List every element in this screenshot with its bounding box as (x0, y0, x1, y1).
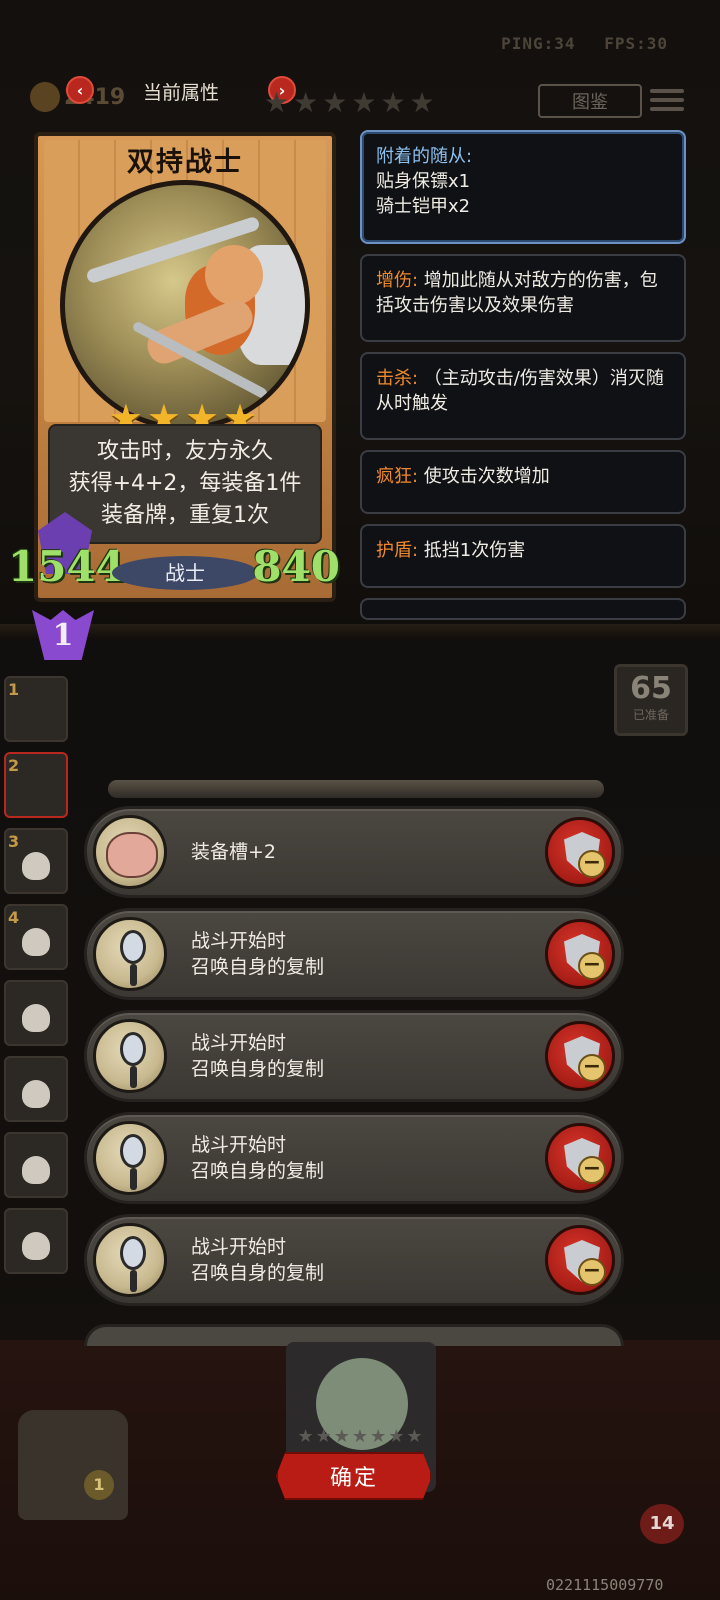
equipment-line: 装备槽+2 (191, 841, 277, 863)
lives-value: 14 (649, 1513, 675, 1534)
level-value: 1 (52, 618, 74, 653)
mirror-icon (93, 1223, 167, 1297)
keyword-line: 骑士铠甲x2 (376, 196, 471, 217)
keyword-line: 贴身保镖x1 (376, 171, 471, 192)
equipment-line: 召唤自身的复制 (191, 1262, 325, 1284)
attached-minions-panel: 附着的随从: 贴身保镖x1 骑士铠甲x2 (360, 130, 686, 244)
hero-slot[interactable] (4, 1056, 68, 1122)
hero-slot[interactable]: 1 (4, 676, 68, 742)
chest-count: 1 (84, 1470, 114, 1500)
equipment-line: 召唤自身的复制 (191, 956, 325, 978)
pig-icon (93, 815, 167, 889)
hero-slot[interactable]: 4 (4, 904, 68, 970)
mirror-icon (93, 1121, 167, 1195)
health-value: 840 (252, 542, 340, 591)
coin-icon (30, 82, 60, 112)
menu-icon[interactable] (650, 84, 684, 118)
shield-remove-icon[interactable]: − (545, 1123, 615, 1193)
skull-icon (22, 1156, 50, 1184)
shield-remove-icon[interactable]: − (545, 1225, 615, 1295)
keyword-title: 增伤: (376, 270, 419, 291)
mirror-icon (93, 917, 167, 991)
skull-icon (22, 928, 50, 956)
equipment-line: 战斗开始时 (191, 1236, 287, 1258)
attack-value: 1544 (8, 542, 125, 591)
hero-slot[interactable] (4, 980, 68, 1046)
keyword-panel-more (360, 598, 686, 620)
equipment-line: 战斗开始时 (191, 1032, 287, 1054)
slot-number: 3 (8, 832, 20, 851)
desc-line: 获得+4+2，每装备1件 (68, 471, 302, 496)
keyword-panel-shield: 护盾: 抵挡1次伤害 (360, 524, 686, 588)
keyword-panel-frenzy: 疯狂: 使攻击次数增加 (360, 450, 686, 514)
network-stats: PING:34 FPS:30 (483, 34, 668, 53)
keyword-text: 抵挡1次伤害 (418, 540, 526, 561)
shield-remove-icon[interactable]: − (545, 1021, 615, 1091)
confirm-label: 确定 (329, 1466, 378, 1491)
chest-icon[interactable] (18, 1410, 128, 1520)
skull-icon (22, 1080, 50, 1108)
hero-name: 双持战士 (127, 147, 243, 178)
keyword-title: 附着的随从: (376, 146, 473, 167)
mirror-icon (93, 1019, 167, 1093)
class-label: 战士 (112, 556, 258, 590)
lives-icon: 14 (640, 1504, 684, 1544)
skull-icon (22, 852, 50, 880)
keyword-title: 疯狂: (376, 466, 419, 487)
skull-icon (22, 1232, 50, 1260)
hero-slot[interactable]: 3 (4, 828, 68, 894)
equipment-line: 战斗开始时 (191, 930, 287, 952)
attribute-header: ‹ 当前属性 › (66, 74, 296, 106)
attribute-title: 当前属性 (142, 82, 219, 104)
equipment-item: 战斗开始时 召唤自身的复制 − (84, 1214, 624, 1306)
keyword-text: 使攻击次数增加 (418, 466, 550, 487)
bottom-stars: ★★★★★★★ (297, 1426, 425, 1447)
skull-icon (22, 1004, 50, 1032)
equipment-line: 召唤自身的复制 (191, 1058, 325, 1080)
keyword-title: 击杀: (376, 368, 419, 389)
hero-card: 双持战士 ★★★★ 攻击时，友方永久 获得+4+2，每装备1件 装备牌，重复1次… (8, 132, 340, 602)
shield-remove-icon[interactable]: − (545, 919, 615, 989)
equipment-item: 战斗开始时 召唤自身的复制 − (84, 1010, 624, 1102)
codex-label: 图鉴 (572, 92, 608, 113)
desc-line: 攻击时，友方永久 (96, 439, 273, 464)
equipment-line: 战斗开始时 (191, 1134, 287, 1156)
keyword-text: 增加此随从对敌方的伤害，包括攻击伤害以及效果伤害 (376, 270, 658, 316)
rank-stars: ★ ★ ★ ★ ★ ★ (264, 86, 435, 119)
ready-label: 已准备 (632, 708, 669, 722)
ready-count: 65 (630, 671, 672, 706)
hero-slot[interactable]: 2 (4, 752, 68, 818)
confirm-button[interactable]: 确定 (276, 1452, 432, 1500)
equipment-line: 召唤自身的复制 (191, 1160, 325, 1182)
equipment-item: 战斗开始时 召唤自身的复制 − (84, 1112, 624, 1204)
keyword-panel-kill: 击杀: （主动攻击/伤害效果）消灭随从时触发 (360, 352, 686, 440)
ping-label: PING:34 (501, 34, 576, 53)
hero-slot[interactable] (4, 1208, 68, 1274)
equipment-item: 战斗开始时 召唤自身的复制 − (84, 908, 624, 1000)
footer-id: 0221115009770 (546, 1576, 664, 1594)
keyword-title: 护盾: (376, 540, 419, 561)
keyword-panel-damage: 增伤: 增加此随从对敌方的伤害，包括攻击伤害以及效果伤害 (360, 254, 686, 342)
slot-number: 2 (8, 756, 20, 775)
hero-slot[interactable] (4, 1132, 68, 1198)
hero-portrait (60, 180, 310, 430)
ready-counter: 65 已准备 (614, 664, 688, 736)
desc-line: 装备牌，重复1次 (101, 503, 269, 528)
slot-number: 1 (8, 680, 20, 699)
shield-remove-icon[interactable]: − (545, 817, 615, 887)
hero-description: 攻击时，友方永久 获得+4+2，每装备1件 装备牌，重复1次 (48, 424, 322, 544)
equipment-item: 装备槽+2 − (84, 806, 624, 898)
list-top-rail (108, 780, 604, 798)
codex-button[interactable]: 图鉴 (538, 84, 642, 118)
slot-number: 4 (8, 908, 20, 927)
keyword-text: （主动攻击/伤害效果）消灭随从时触发 (376, 368, 664, 414)
fps-label: FPS:30 (604, 34, 668, 53)
prev-arrow-button[interactable]: ‹ (66, 76, 94, 104)
